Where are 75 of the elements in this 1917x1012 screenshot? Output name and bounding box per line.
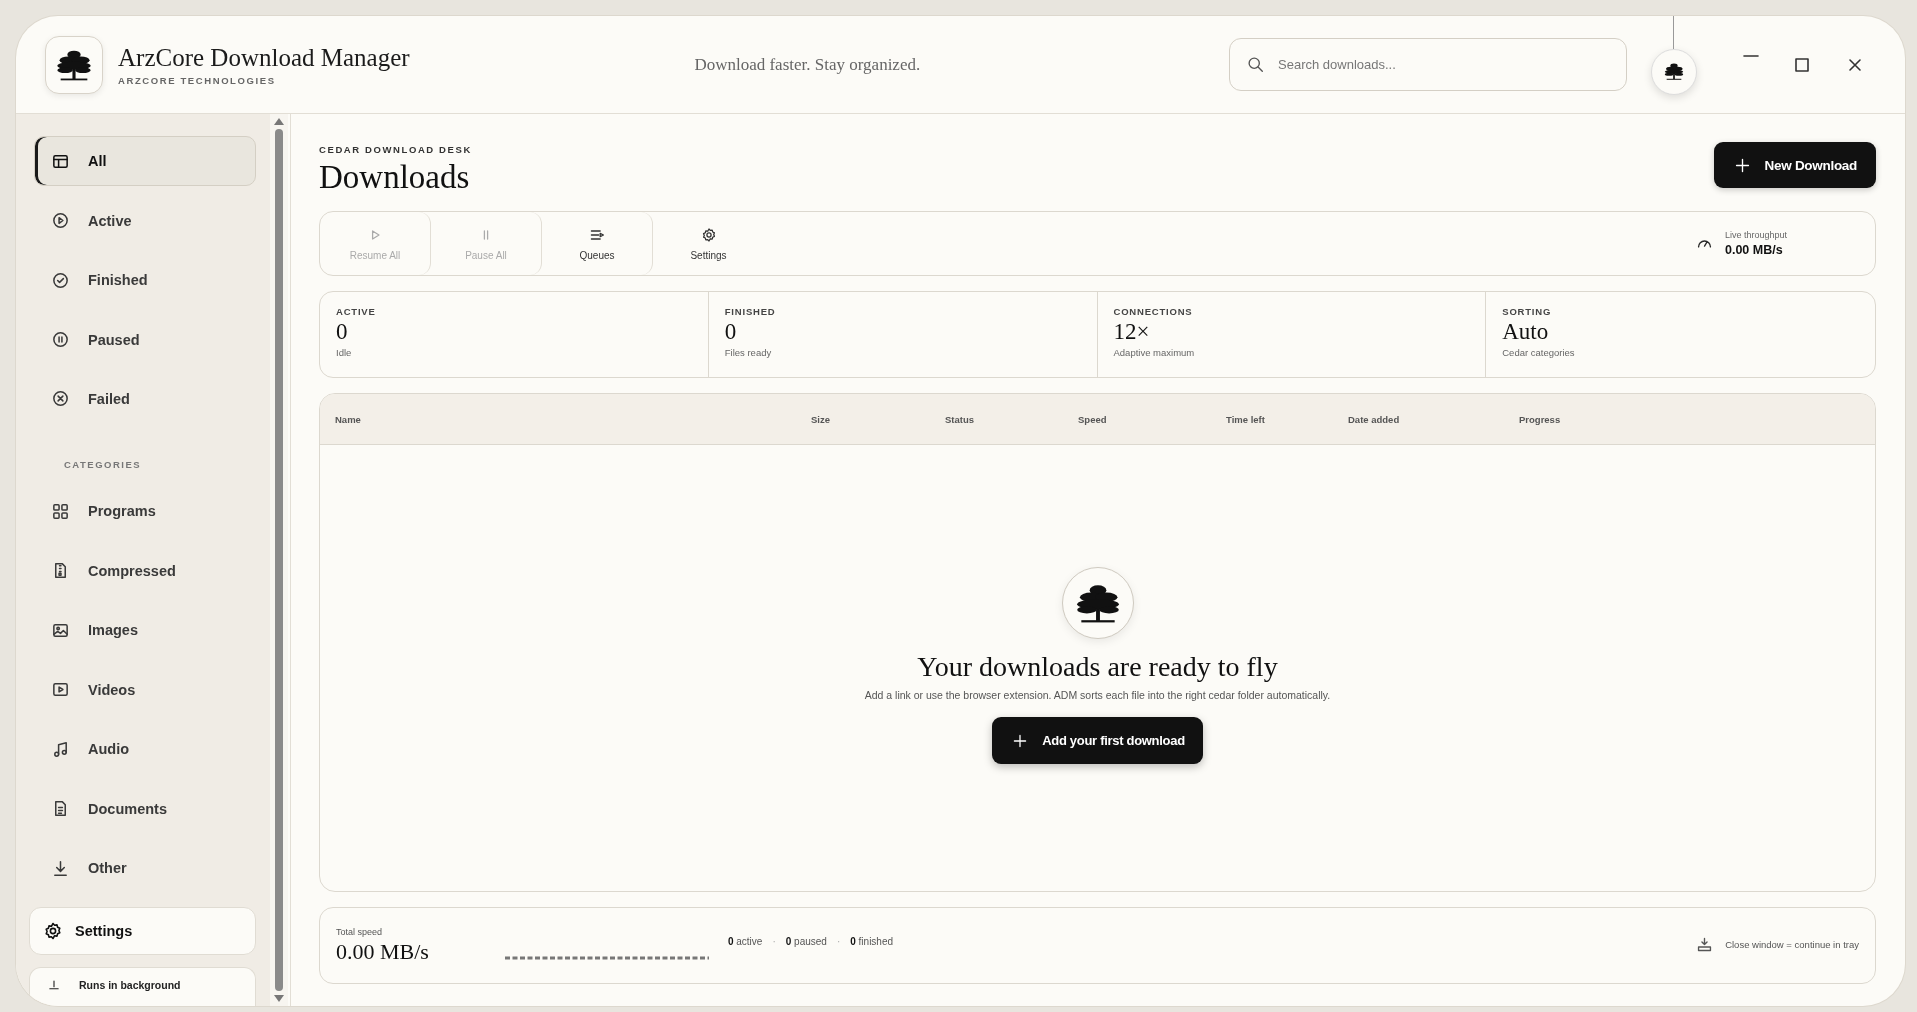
column-header[interactable]: Date added bbox=[1348, 413, 1519, 425]
sidebar-item[interactable]: Compressed bbox=[34, 545, 256, 597]
tagline: Download faster. Stay organized. bbox=[694, 54, 921, 75]
plus-icon bbox=[1012, 732, 1029, 749]
gear-icon bbox=[43, 921, 63, 942]
sidebar-item[interactable]: Finished bbox=[34, 254, 256, 306]
column-header[interactable]: Speed bbox=[1078, 413, 1226, 425]
queue-icon bbox=[589, 227, 605, 243]
new-download-button[interactable]: New Download bbox=[1713, 142, 1876, 188]
add-download-button[interactable]: Add your first download bbox=[992, 717, 1203, 764]
grid-icon bbox=[51, 501, 70, 521]
total-speed-value: 0.00 MB/s bbox=[336, 938, 429, 965]
background-note: Runs in background bbox=[79, 978, 181, 991]
throughput-value: 0.00 MB/s bbox=[1724, 243, 1784, 257]
page-title: Downloads bbox=[319, 159, 471, 196]
stat-label: ACTIVE bbox=[336, 306, 377, 317]
empty-state-text: Add a link or use the browser extension. ADM sorts each file into the right cedar folder automatically. bbox=[864, 689, 1331, 701]
download-icon bbox=[51, 858, 70, 878]
stat-value: 0 bbox=[724, 319, 738, 345]
sidebar-item[interactable]: Images bbox=[34, 605, 256, 656]
sidebar-item[interactable]: Other bbox=[34, 842, 256, 894]
stat-label: SORTING bbox=[1502, 306, 1553, 317]
stat-value: Auto bbox=[1502, 319, 1550, 345]
sidebar-item[interactable]: All bbox=[34, 136, 256, 187]
sidebar-item[interactable]: Paused bbox=[34, 314, 256, 365]
stat-label: CONNECTIONS bbox=[1113, 306, 1194, 317]
gear-icon bbox=[700, 227, 717, 243]
column-header[interactable]: Status bbox=[945, 413, 1078, 425]
sidebar-item[interactable]: Active bbox=[34, 195, 256, 246]
section-heading: CATEGORIES bbox=[64, 459, 143, 471]
cedar-tree-icon bbox=[1663, 62, 1685, 81]
search-field[interactable]: Search downloads... bbox=[1229, 38, 1627, 91]
tray-icon bbox=[1696, 936, 1714, 953]
sidebar-item[interactable]: Programs bbox=[34, 486, 256, 537]
stat-value: 12× bbox=[1113, 319, 1151, 345]
page-eyebrow: CEDAR DOWNLOAD DESK bbox=[319, 144, 472, 155]
column-header[interactable]: Size bbox=[811, 413, 945, 425]
total-speed-label: Total speed bbox=[336, 926, 384, 937]
count-text: 0 paused bbox=[785, 936, 827, 947]
stat-note: Cedar categories bbox=[1502, 347, 1576, 358]
column-header[interactable]: Progress bbox=[1519, 413, 1875, 425]
empty-state-title: Your downloads are ready to fly bbox=[917, 651, 1278, 683]
music-note-icon bbox=[51, 739, 70, 759]
count-text: 0 finished bbox=[850, 936, 894, 947]
stat-note: Files ready bbox=[724, 347, 773, 358]
throughput-label: Live throughput bbox=[1724, 230, 1787, 240]
sidebar-item[interactable]: Audio bbox=[34, 723, 256, 775]
search-icon bbox=[1247, 56, 1264, 73]
tray-note: Close window = continue in tray bbox=[1725, 939, 1859, 950]
toolbar-button[interactable]: Settings bbox=[653, 212, 764, 275]
minimize-icon bbox=[1743, 54, 1759, 57]
column-header[interactable]: Name bbox=[335, 413, 811, 425]
column-header[interactable]: Time left bbox=[1226, 413, 1348, 425]
settings-button[interactable]: Settings bbox=[29, 907, 256, 955]
avatar-button[interactable] bbox=[1651, 48, 1697, 95]
scrollbar[interactable] bbox=[270, 114, 288, 1006]
sidebar-item[interactable]: Videos bbox=[34, 664, 256, 715]
check-circle-icon bbox=[51, 270, 70, 290]
play-circle-icon bbox=[51, 211, 70, 231]
sidebar-item[interactable]: Documents bbox=[34, 783, 256, 834]
plus-icon bbox=[1733, 156, 1751, 174]
stat-note: Adaptive maximum bbox=[1113, 347, 1196, 358]
sidebar-item[interactable]: Failed bbox=[34, 373, 256, 425]
stat-note: Idle bbox=[336, 347, 353, 358]
x-circle-icon bbox=[51, 389, 70, 409]
company-name: ARZCORE TECHNOLOGIES bbox=[118, 74, 277, 86]
toolbar-button[interactable]: Queues bbox=[542, 212, 653, 275]
app-title: ArzCore Download Manager bbox=[118, 43, 410, 72]
count-text: 0 active bbox=[727, 936, 763, 947]
separator-dot: · bbox=[836, 936, 841, 947]
stat-label: FINISHED bbox=[724, 306, 777, 317]
pause-circle-icon bbox=[51, 330, 70, 350]
separator-dot: · bbox=[772, 936, 776, 947]
stat-value: 0 bbox=[336, 319, 349, 345]
connector-line bbox=[1673, 16, 1674, 49]
